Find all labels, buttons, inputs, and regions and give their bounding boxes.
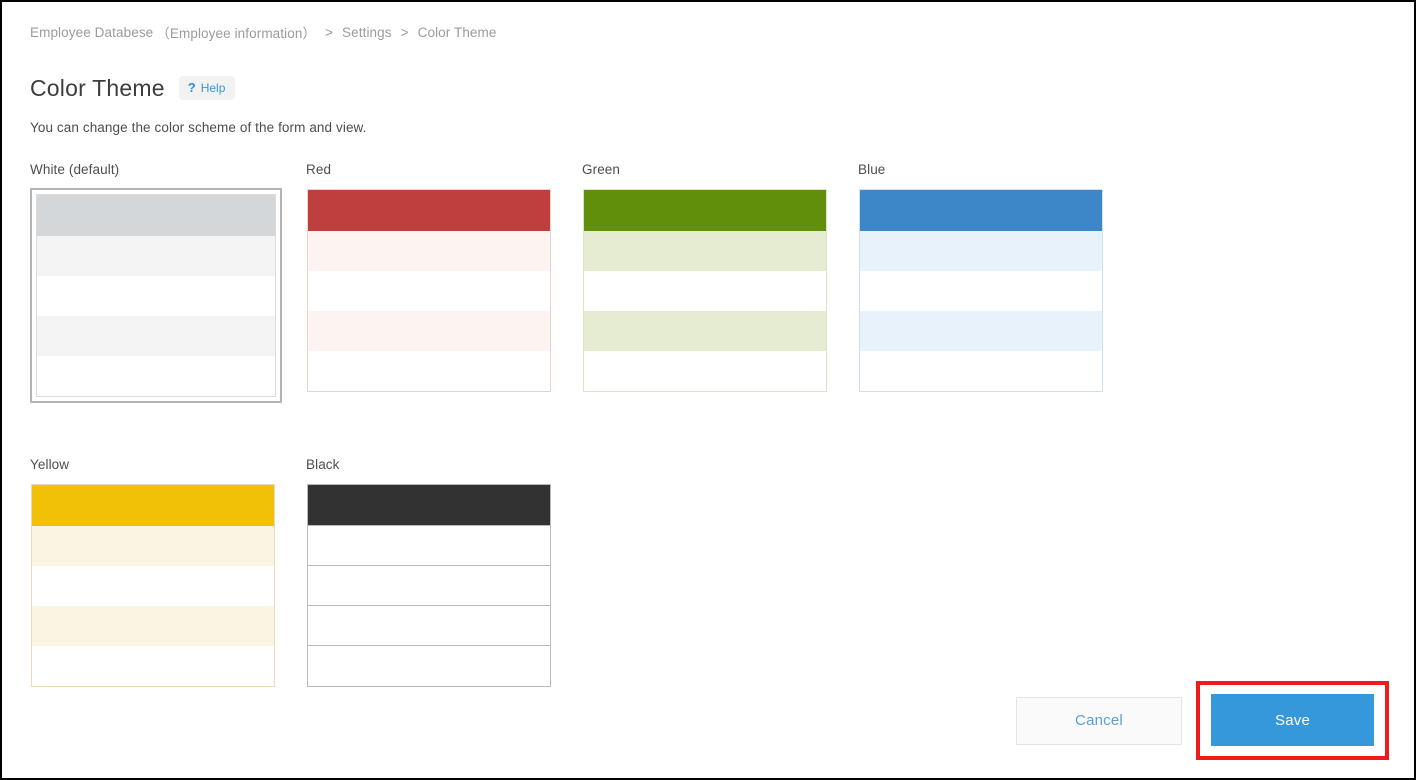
swatch-row [584, 271, 826, 311]
theme-option-white-default[interactable]: White (default) [30, 162, 306, 403]
swatch-header-row [308, 190, 550, 231]
cancel-button[interactable]: Cancel [1016, 697, 1182, 745]
swatch-row [860, 271, 1102, 311]
breadcrumb-separator-1: > [325, 25, 333, 40]
theme-swatch[interactable] [582, 188, 828, 393]
theme-swatch-selected[interactable] [30, 188, 282, 403]
swatch-row [308, 526, 550, 566]
swatch-row [584, 231, 826, 271]
theme-swatch-preview [583, 189, 827, 392]
swatch-row [584, 311, 826, 351]
theme-swatch-preview [859, 189, 1103, 392]
theme-option-blue[interactable]: Blue [858, 162, 1134, 403]
swatch-row [37, 276, 275, 316]
swatch-header-row [32, 485, 274, 526]
page-description: You can change the color scheme of the f… [30, 120, 367, 135]
form-actions: Cancel Save [1016, 681, 1389, 760]
swatch-row [37, 316, 275, 356]
swatch-header-row [308, 485, 550, 526]
theme-swatch-preview [307, 189, 551, 392]
theme-option-label: Black [306, 457, 582, 473]
swatch-row [860, 231, 1102, 271]
color-theme-grid: White (default)RedGreenBlue YellowBlack [30, 162, 1160, 746]
save-button[interactable]: Save [1211, 694, 1374, 746]
help-button-label: Help [201, 82, 226, 94]
breadcrumb-separator-2: > [401, 25, 409, 40]
swatch-row [584, 351, 826, 391]
swatch-row [308, 351, 550, 391]
theme-swatch[interactable] [858, 188, 1104, 393]
swatch-row [860, 311, 1102, 351]
theme-option-label: Yellow [30, 457, 306, 473]
theme-swatch-preview [307, 484, 551, 687]
swatch-header-row [860, 190, 1102, 231]
swatch-row [37, 356, 275, 396]
swatch-row [860, 351, 1102, 391]
page-viewport: Employee Databese （Employee information）… [0, 0, 1416, 780]
question-mark-icon: ? [188, 81, 196, 94]
theme-swatch[interactable] [306, 188, 552, 393]
swatch-row [308, 271, 550, 311]
theme-swatch[interactable] [30, 483, 276, 688]
theme-option-black[interactable]: Black [306, 457, 582, 692]
breadcrumb: Employee Databese （Employee information）… [30, 22, 497, 42]
swatch-row [308, 311, 550, 351]
swatch-row [308, 646, 550, 686]
theme-swatch-preview [36, 194, 276, 397]
breadcrumb-item-app[interactable]: Employee Databese [30, 25, 153, 40]
theme-option-yellow[interactable]: Yellow [30, 457, 306, 692]
page-title: Color Theme [30, 73, 165, 103]
theme-option-label: Red [306, 162, 582, 178]
swatch-header-row [37, 195, 275, 236]
swatch-row [308, 566, 550, 606]
theme-swatch[interactable] [306, 483, 552, 688]
breadcrumb-item-current: Color Theme [418, 25, 497, 40]
theme-option-green[interactable]: Green [582, 162, 858, 403]
swatch-row [32, 606, 274, 646]
help-button[interactable]: ? Help [179, 76, 236, 100]
swatch-row [32, 646, 274, 686]
swatch-row [308, 231, 550, 271]
save-button-highlight-annotation: Save [1196, 681, 1389, 760]
swatch-row [308, 606, 550, 646]
theme-option-label: White (default) [30, 162, 306, 178]
theme-option-red[interactable]: Red [306, 162, 582, 403]
theme-option-label: Green [582, 162, 858, 178]
swatch-row [32, 526, 274, 566]
breadcrumb-item-settings[interactable]: Settings [342, 25, 392, 40]
theme-option-label: Blue [858, 162, 1134, 178]
swatch-row [32, 566, 274, 606]
page-header: Color Theme ? Help [30, 58, 235, 119]
swatch-row [37, 236, 275, 276]
breadcrumb-app-subtitle: （Employee information） [156, 22, 316, 42]
swatch-header-row [584, 190, 826, 231]
theme-swatch-preview [31, 484, 275, 687]
